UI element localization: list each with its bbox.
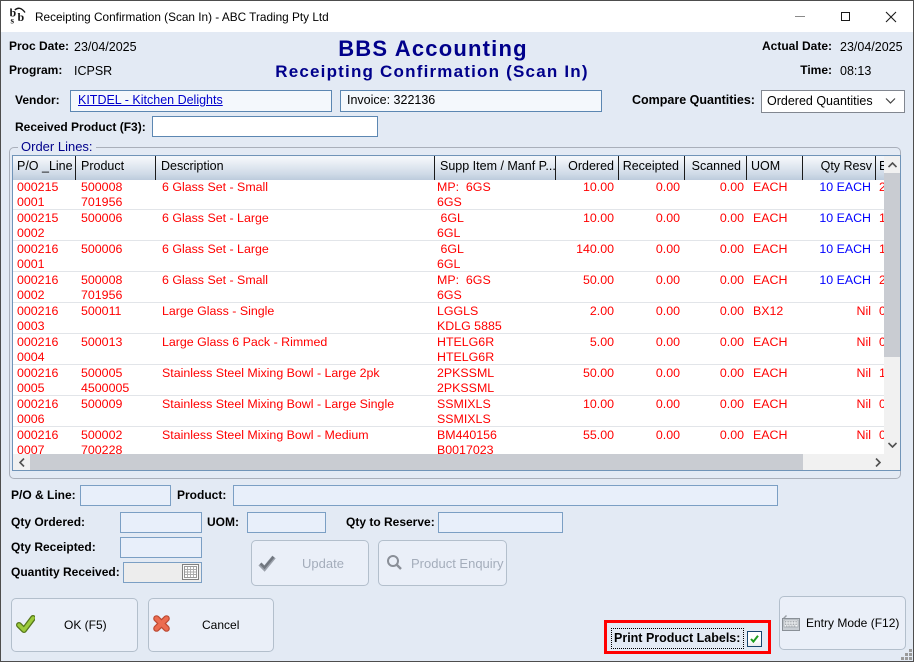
svg-text:b: b <box>18 10 25 24</box>
svg-text:s: s <box>11 16 15 25</box>
